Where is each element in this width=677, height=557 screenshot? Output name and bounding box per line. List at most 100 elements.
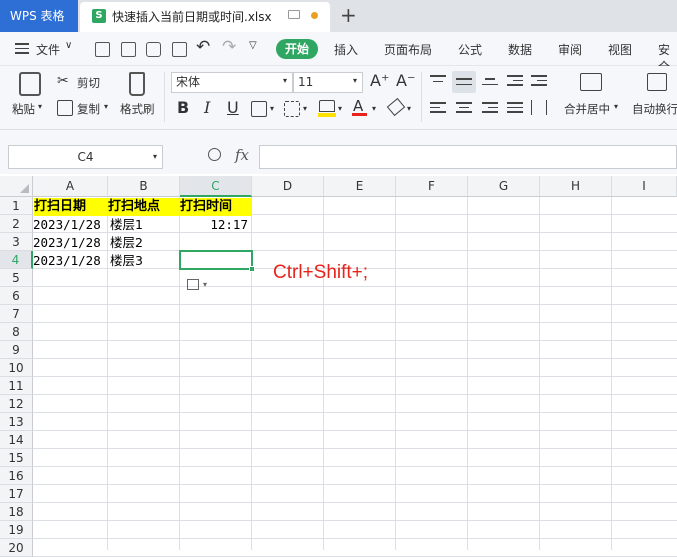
- bold-button[interactable]: B: [177, 98, 189, 117]
- row-header-14[interactable]: 14: [0, 431, 33, 449]
- clear-dropdown-icon[interactable]: ▾: [407, 104, 411, 113]
- tab-view[interactable]: 视图: [608, 41, 632, 58]
- row-header-19[interactable]: 19: [0, 521, 33, 539]
- tab-formula[interactable]: 公式: [458, 41, 482, 58]
- row-header-16[interactable]: 16: [0, 467, 33, 485]
- tab-start[interactable]: 开始: [276, 39, 318, 59]
- chevron-down-icon[interactable]: ∨: [65, 40, 72, 51]
- paste-icon[interactable]: [19, 72, 41, 96]
- justify-icon[interactable]: [507, 102, 523, 113]
- tab-insert[interactable]: 插入: [334, 41, 358, 58]
- undo-icon[interactable]: ↶: [196, 37, 210, 57]
- increase-indent-icon[interactable]: [531, 75, 547, 86]
- row-header-20[interactable]: 20: [0, 539, 33, 557]
- distributed-icon[interactable]: [531, 100, 547, 115]
- fx-icon[interactable]: fx: [235, 146, 249, 164]
- font-shrink-icon[interactable]: A⁻: [396, 71, 415, 90]
- align-left-icon[interactable]: [430, 102, 446, 113]
- align-right-icon[interactable]: [482, 102, 498, 113]
- font-name-select[interactable]: 宋体: [171, 72, 293, 93]
- align-bottom-icon[interactable]: [482, 78, 498, 85]
- formula-input[interactable]: [259, 145, 677, 169]
- wrap-text-icon[interactable]: [647, 73, 667, 91]
- paste-dropdown-icon[interactable]: ▾: [38, 102, 42, 111]
- cell-b3[interactable]: 楼层2: [110, 234, 143, 252]
- quick-analysis-icon[interactable]: [187, 279, 199, 290]
- wrap-text-button[interactable]: 自动换行: [632, 101, 677, 117]
- quick-access-chevron-icon[interactable]: ▽: [249, 40, 257, 51]
- format-painter-button[interactable]: 格式刷: [120, 101, 155, 117]
- decrease-indent-icon[interactable]: [507, 75, 523, 86]
- cell-style-dropdown-icon[interactable]: ▾: [303, 104, 307, 113]
- save-icon[interactable]: [95, 42, 110, 57]
- fill-handle[interactable]: [249, 266, 255, 272]
- cell-b2[interactable]: 楼层1: [110, 216, 143, 234]
- merge-center-icon[interactable]: [580, 73, 602, 91]
- copy-dropdown-icon[interactable]: ▾: [104, 102, 108, 111]
- cell-a4[interactable]: 2023/1/28: [33, 252, 101, 270]
- tab-data[interactable]: 数据: [508, 41, 532, 58]
- file-menu[interactable]: 文件: [36, 41, 60, 58]
- row-header-2[interactable]: 2: [0, 215, 33, 233]
- row-header-4[interactable]: 4: [0, 251, 33, 269]
- row-header-10[interactable]: 10: [0, 359, 33, 377]
- row-header-18[interactable]: 18: [0, 503, 33, 521]
- row-header-3[interactable]: 3: [0, 233, 33, 251]
- paste-button[interactable]: 粘贴: [12, 101, 35, 117]
- app-title-tab[interactable]: WPS 表格: [0, 0, 78, 32]
- column-header-i[interactable]: I: [612, 176, 677, 197]
- row-header-12[interactable]: 12: [0, 395, 33, 413]
- new-tab-plus-icon[interactable]: +: [340, 3, 357, 27]
- cell-c1[interactable]: 打扫时间: [180, 198, 251, 216]
- column-header-e[interactable]: E: [324, 176, 396, 197]
- cell-c2[interactable]: 12:17: [180, 216, 248, 234]
- fill-color-dropdown-icon[interactable]: ▾: [338, 104, 342, 113]
- border-dropdown-icon[interactable]: ▾: [270, 104, 274, 113]
- fill-color-icon[interactable]: [319, 100, 335, 112]
- column-header-h[interactable]: H: [540, 176, 612, 197]
- column-header-d[interactable]: D: [252, 176, 324, 197]
- align-top-icon[interactable]: [430, 75, 446, 82]
- column-header-g[interactable]: G: [468, 176, 540, 197]
- file-tab-name[interactable]: 快速插入当前日期或时间.xlsx: [112, 8, 272, 25]
- row-header-15[interactable]: 15: [0, 449, 33, 467]
- row-header-8[interactable]: 8: [0, 323, 33, 341]
- cell-a3[interactable]: 2023/1/28: [33, 234, 101, 252]
- row-header-5[interactable]: 5: [0, 269, 33, 287]
- border-icon[interactable]: [251, 101, 267, 117]
- row-header-1[interactable]: 1: [0, 197, 33, 215]
- hamburger-icon[interactable]: [15, 43, 29, 54]
- italic-button[interactable]: I: [204, 98, 210, 117]
- row-header-6[interactable]: 6: [0, 287, 33, 305]
- font-size-dropdown-icon[interactable]: ▾: [353, 76, 357, 85]
- cell-a2[interactable]: 2023/1/28: [33, 216, 101, 234]
- cell-b1[interactable]: 打扫地点: [108, 198, 179, 216]
- font-name-dropdown-icon[interactable]: ▾: [283, 76, 287, 85]
- print-preview-icon[interactable]: [172, 42, 187, 57]
- copy-icon[interactable]: [57, 100, 73, 116]
- merge-center-button[interactable]: 合并居中: [564, 101, 610, 117]
- font-color-dropdown-icon[interactable]: ▾: [372, 104, 376, 113]
- float-window-icon[interactable]: [288, 10, 300, 19]
- zoom-search-icon[interactable]: [208, 148, 221, 161]
- name-box-dropdown-icon[interactable]: ▾: [153, 152, 157, 161]
- row-header-13[interactable]: 13: [0, 413, 33, 431]
- format-painter-icon[interactable]: [129, 72, 145, 96]
- row-header-7[interactable]: 7: [0, 305, 33, 323]
- redo-icon[interactable]: ↷: [222, 37, 236, 57]
- scissors-icon[interactable]: ✂: [57, 73, 69, 89]
- cell-b4[interactable]: 楼层3: [110, 252, 143, 270]
- font-grow-icon[interactable]: A⁺: [370, 71, 389, 90]
- tab-page-layout[interactable]: 页面布局: [384, 41, 432, 58]
- column-header-f[interactable]: F: [396, 176, 468, 197]
- merge-dropdown-icon[interactable]: ▾: [614, 102, 618, 111]
- row-header-9[interactable]: 9: [0, 341, 33, 359]
- align-center-icon[interactable]: [456, 102, 472, 113]
- export-pdf-icon[interactable]: [121, 42, 136, 57]
- selected-cell-c4[interactable]: [179, 250, 253, 270]
- print-icon[interactable]: [146, 42, 161, 57]
- column-header-c[interactable]: C: [180, 176, 252, 197]
- name-box[interactable]: C4: [8, 145, 163, 169]
- cut-button[interactable]: 剪切: [77, 75, 100, 91]
- cell-a1[interactable]: 打扫日期: [34, 198, 107, 216]
